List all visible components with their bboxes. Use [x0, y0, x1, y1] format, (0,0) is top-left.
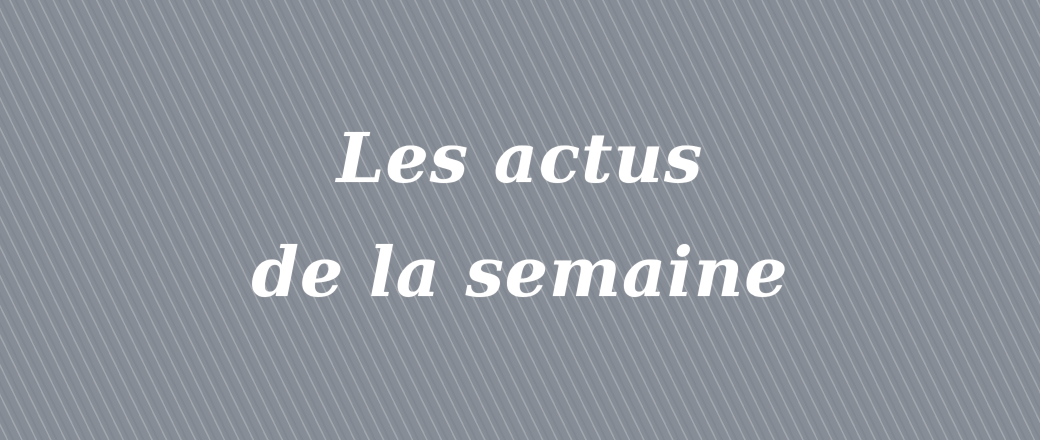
banner-title-line-1: Les actus — [336, 119, 704, 199]
banner-title: Les actus de la semaine — [0, 102, 1040, 330]
banner: Les actus de la semaine — [0, 0, 1040, 440]
banner-title-line-2: de la semaine — [251, 233, 789, 313]
